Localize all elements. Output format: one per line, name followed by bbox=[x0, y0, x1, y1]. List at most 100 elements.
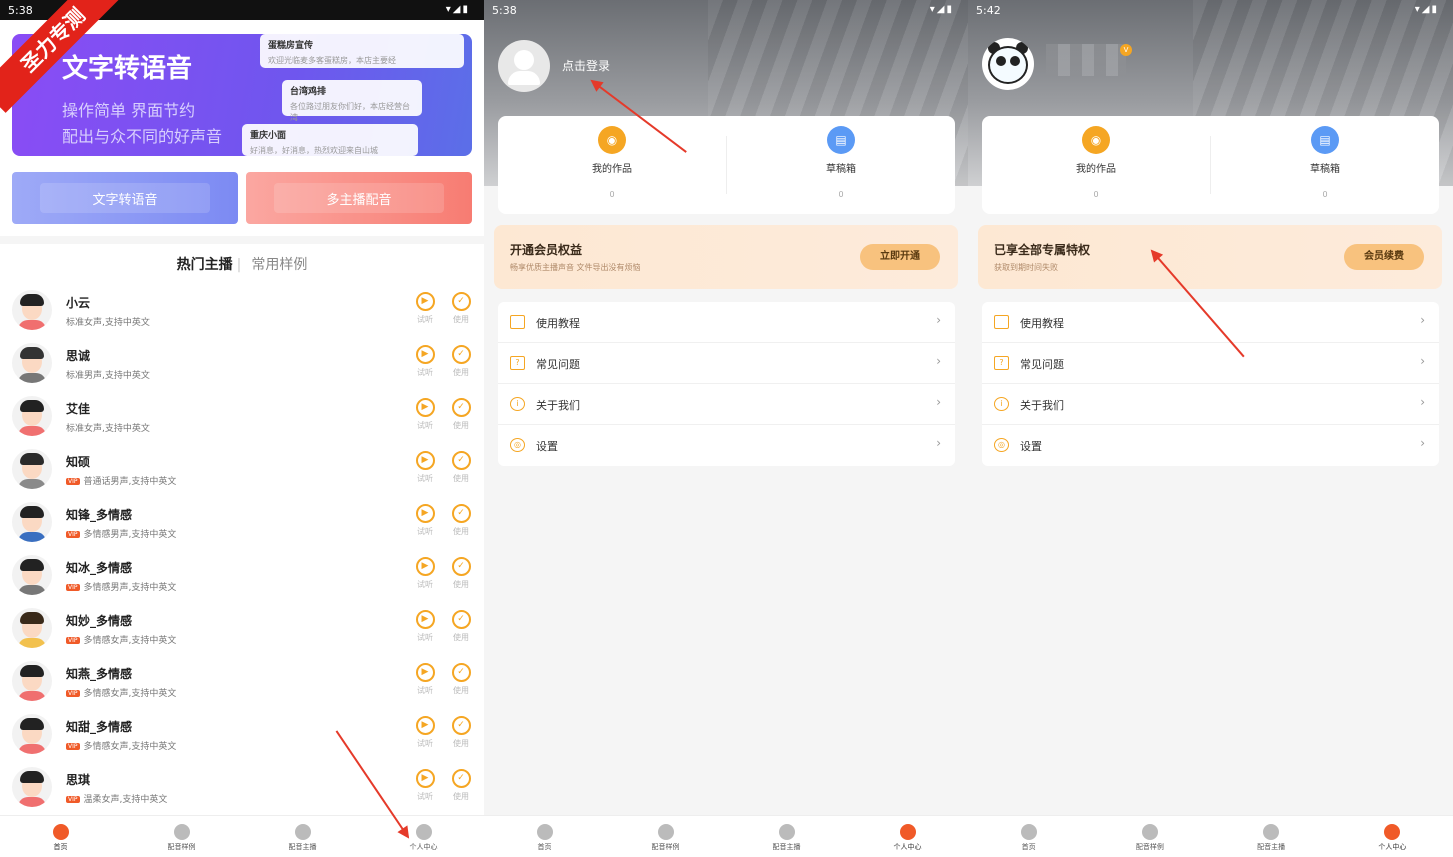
list-item[interactable]: 知冰_多情感 VIP 多情感男声,支持中英文 ▶ 试听 ✓ 使用 bbox=[0, 545, 484, 598]
check-icon: ✓ bbox=[451, 451, 471, 470]
menu-item-tutorial[interactable]: 使用教程 › bbox=[982, 302, 1439, 343]
vip-card: 开通会员权益 畅享优质主播声音 文件导出没有烦恼 立即开通 bbox=[494, 225, 958, 289]
voice-name: 思诚 bbox=[66, 349, 91, 363]
listen-button[interactable]: ▶ 试听 bbox=[413, 504, 437, 537]
listen-button[interactable]: ▶ 试听 bbox=[413, 716, 437, 749]
my-works-button[interactable]: ◉ 我的作品 0 bbox=[982, 116, 1210, 214]
nav-profile[interactable]: 个人中心 bbox=[847, 816, 968, 857]
use-button[interactable]: ✓ 使用 bbox=[449, 769, 473, 802]
listen-button[interactable]: ▶ 试听 bbox=[413, 769, 437, 802]
menu-item-tutorial[interactable]: 使用教程 › bbox=[498, 302, 955, 343]
works-card: ◉ 我的作品 0 ▤ 草稿箱 0 bbox=[498, 116, 955, 214]
profile-screen-vip: 5:42 ▾◢▮ V ◉ 我的作品 0 ▤ 草稿箱 0 已享全部专属特权 获取到… bbox=[968, 0, 1453, 857]
vip-open-button[interactable]: 立即开通 bbox=[860, 244, 940, 270]
multi-anchor-button[interactable]: 多主播配音 bbox=[246, 172, 472, 224]
nav-profile[interactable]: 个人中心 bbox=[363, 816, 484, 857]
use-button[interactable]: ✓ 使用 bbox=[449, 663, 473, 696]
drafts-button[interactable]: ▤ 草稿箱 0 bbox=[1211, 116, 1439, 214]
status-icons: ▾◢▮ bbox=[445, 4, 470, 15]
chevron-right-icon: › bbox=[936, 313, 941, 327]
use-button[interactable]: ✓ 使用 bbox=[449, 504, 473, 537]
promo-banner[interactable]: 文字转语音 操作简单 界面节约 配出与众不同的好声音 蛋糕房宣传 欢迎光临麦多客蛋… bbox=[12, 34, 472, 156]
nav-anchors[interactable]: 配音主播 bbox=[242, 816, 363, 857]
avatar[interactable] bbox=[982, 38, 1034, 90]
avatar[interactable] bbox=[498, 40, 550, 92]
question-icon: ? bbox=[994, 356, 1009, 370]
status-time: 5:42 bbox=[976, 4, 1001, 17]
use-button[interactable]: ✓ 使用 bbox=[449, 451, 473, 484]
list-item[interactable]: 知锋_多情感 VIP 多情感男声,支持中英文 ▶ 试听 ✓ 使用 bbox=[0, 492, 484, 545]
menu-item-about[interactable]: i 关于我们 › bbox=[498, 384, 955, 425]
use-button[interactable]: ✓ 使用 bbox=[449, 398, 473, 431]
avatar bbox=[12, 449, 52, 489]
voice-desc: VIP 多情感男声,支持中英文 bbox=[66, 583, 177, 593]
nav-home[interactable]: 首页 bbox=[968, 816, 1089, 857]
vip-subtitle: 畅享优质主播声音 文件导出没有烦恼 bbox=[510, 263, 641, 272]
book-icon bbox=[510, 315, 525, 329]
listen-button[interactable]: ▶ 试听 bbox=[413, 610, 437, 643]
play-icon: ▶ bbox=[415, 716, 435, 735]
listen-button[interactable]: ▶ 试听 bbox=[413, 451, 437, 484]
list-item[interactable]: 知燕_多情感 VIP 多情感女声,支持中英文 ▶ 试听 ✓ 使用 bbox=[0, 651, 484, 704]
play-icon: ▶ bbox=[415, 451, 435, 470]
listen-button[interactable]: ▶ 试听 bbox=[413, 292, 437, 325]
menu-item-faq[interactable]: ? 常见问题 › bbox=[498, 343, 955, 384]
vip-tag: VIP bbox=[66, 690, 80, 697]
nav-samples[interactable]: 配音样例 bbox=[1089, 816, 1210, 857]
vip-tag: VIP bbox=[66, 478, 80, 485]
menu-item-faq[interactable]: ? 常见问题 › bbox=[982, 343, 1439, 384]
use-button[interactable]: ✓ 使用 bbox=[449, 557, 473, 590]
use-button[interactable]: ✓ 使用 bbox=[449, 345, 473, 378]
list-item[interactable]: 思诚 标准男声,支持中英文 ▶ 试听 ✓ 使用 bbox=[0, 333, 484, 386]
settings-menu: 使用教程 › ? 常见问题 › i 关于我们 › ◎ 设置 › bbox=[498, 302, 955, 466]
login-link[interactable]: 点击登录 bbox=[562, 57, 610, 74]
nav-samples[interactable]: 配音样例 bbox=[121, 816, 242, 857]
menu-item-settings[interactable]: ◎ 设置 › bbox=[982, 425, 1439, 466]
listen-button[interactable]: ▶ 试听 bbox=[413, 663, 437, 696]
list-item[interactable]: 艾佳 标准女声,支持中英文 ▶ 试听 ✓ 使用 bbox=[0, 386, 484, 439]
use-button[interactable]: ✓ 使用 bbox=[449, 292, 473, 325]
listen-button[interactable]: ▶ 试听 bbox=[413, 398, 437, 431]
check-icon: ✓ bbox=[451, 345, 471, 364]
use-button[interactable]: ✓ 使用 bbox=[449, 716, 473, 749]
menu-item-about[interactable]: i 关于我们 › bbox=[982, 384, 1439, 425]
nav-profile[interactable]: 个人中心 bbox=[1332, 816, 1453, 857]
tab-hot-anchors[interactable]: 热门主播 bbox=[177, 257, 233, 273]
list-item[interactable]: 知甜_多情感 VIP 多情感女声,支持中英文 ▶ 试听 ✓ 使用 bbox=[0, 704, 484, 757]
user-icon bbox=[899, 824, 916, 840]
list-item[interactable]: 思琪 VIP 温柔女声,支持中英文 ▶ 试听 ✓ 使用 bbox=[0, 757, 484, 810]
vip-subtitle: 获取到期时间失败 bbox=[994, 263, 1058, 272]
gear-icon: ◎ bbox=[994, 438, 1009, 452]
list-item[interactable]: 小云 标准女声,支持中英文 ▶ 试听 ✓ 使用 bbox=[0, 280, 484, 333]
gear-icon: ◎ bbox=[510, 438, 525, 452]
voice-name: 知冰_多情感 bbox=[66, 561, 133, 575]
check-icon: ✓ bbox=[451, 663, 471, 682]
my-works-button[interactable]: ◉ 我的作品 0 bbox=[498, 116, 726, 214]
voice-name: 知硕 bbox=[66, 455, 91, 469]
avatar bbox=[12, 661, 52, 701]
drafts-button[interactable]: ▤ 草稿箱 0 bbox=[727, 116, 955, 214]
status-icons: ▾◢▮ bbox=[1414, 4, 1439, 15]
voice-desc: VIP 普通话男声,支持中英文 bbox=[66, 477, 177, 487]
check-icon: ✓ bbox=[451, 716, 471, 735]
vip-renew-button[interactable]: 会员续费 bbox=[1344, 244, 1424, 270]
list-item[interactable]: 知妙_多情感 VIP 多情感女声,支持中英文 ▶ 试听 ✓ 使用 bbox=[0, 598, 484, 651]
voice-desc: VIP 温柔女声,支持中英文 bbox=[66, 795, 168, 805]
listen-button[interactable]: ▶ 试听 bbox=[413, 345, 437, 378]
nav-samples[interactable]: 配音样例 bbox=[605, 816, 726, 857]
listen-button[interactable]: ▶ 试听 bbox=[413, 557, 437, 590]
nav-home[interactable]: 首页 bbox=[0, 816, 121, 857]
tts-button[interactable]: 文字转语音 bbox=[12, 172, 238, 224]
use-button[interactable]: ✓ 使用 bbox=[449, 610, 473, 643]
menu-item-settings[interactable]: ◎ 设置 › bbox=[498, 425, 955, 466]
nav-home[interactable]: 首页 bbox=[484, 816, 605, 857]
list-item[interactable]: 知硕 VIP 普通话男声,支持中英文 ▶ 试听 ✓ 使用 bbox=[0, 439, 484, 492]
nav-anchors[interactable]: 配音主播 bbox=[1211, 816, 1332, 857]
check-icon: ✓ bbox=[451, 292, 471, 311]
voice-desc: 标准女声,支持中英文 bbox=[66, 318, 150, 328]
voice-desc: VIP 多情感女声,支持中英文 bbox=[66, 689, 177, 699]
check-icon: ✓ bbox=[451, 557, 471, 576]
home-icon bbox=[52, 824, 69, 840]
nav-anchors[interactable]: 配音主播 bbox=[726, 816, 847, 857]
tab-common-samples[interactable]: 常用样例 bbox=[251, 257, 307, 273]
